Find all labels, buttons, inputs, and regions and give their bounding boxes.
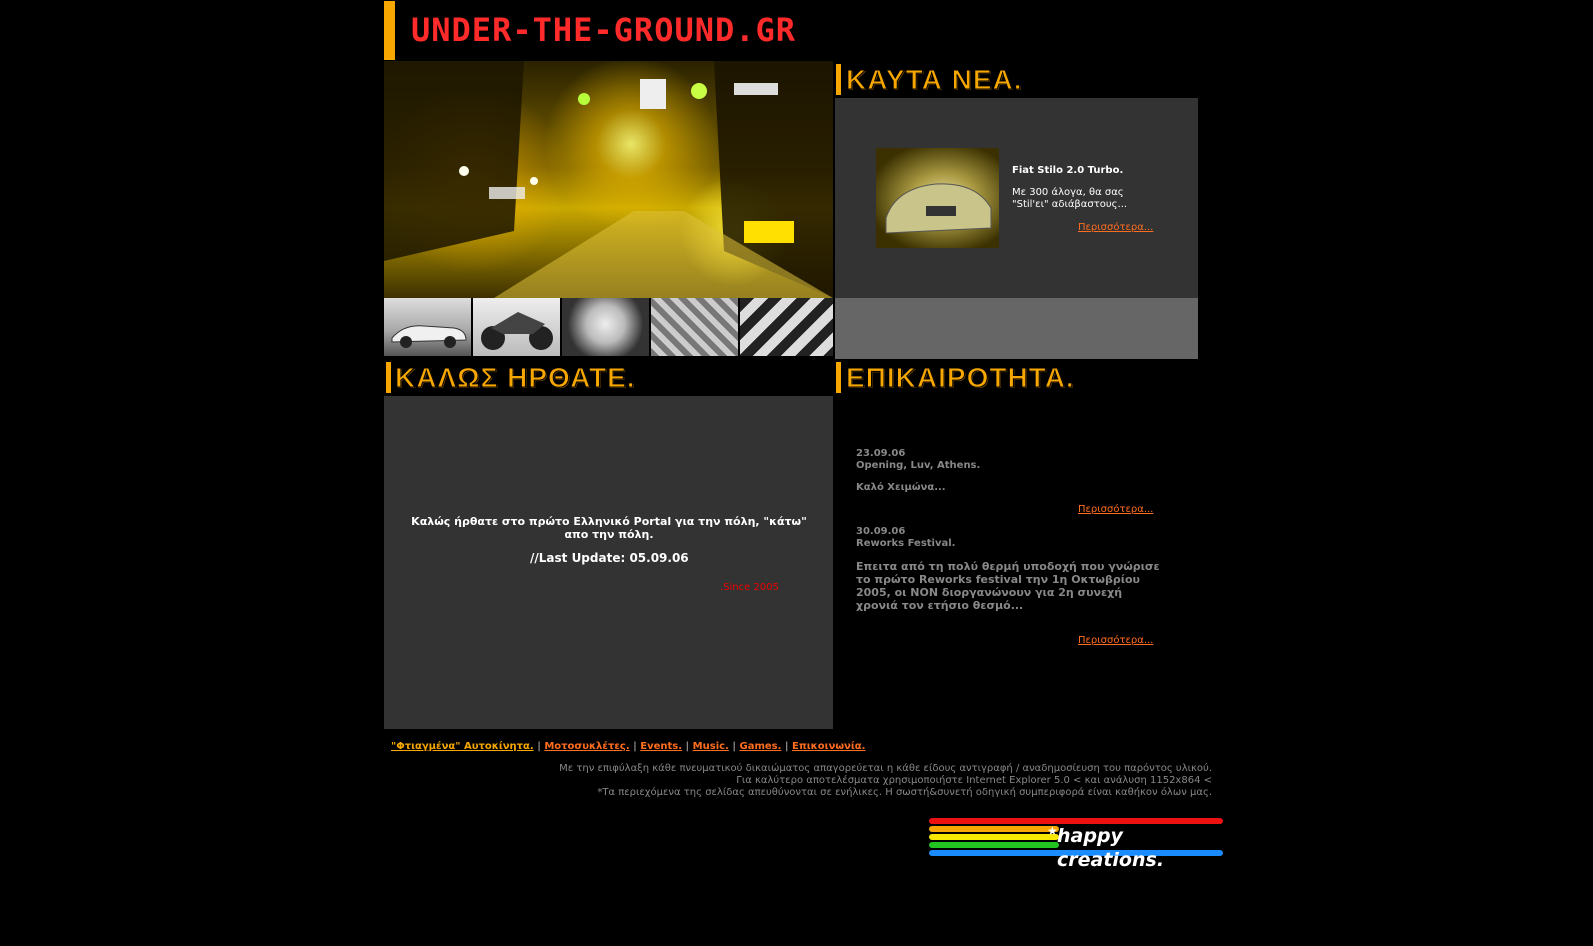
event-headline: Reworks Festival. xyxy=(856,538,956,549)
thumbnail-strip xyxy=(384,298,833,359)
logo-stripe-yellow xyxy=(929,834,1059,840)
fiat-stilo-photo[interactable] xyxy=(876,148,999,248)
hot-news-footer-panel xyxy=(835,298,1198,359)
event-date: 30.09.06 xyxy=(856,526,906,537)
event-date: 23.09.06 xyxy=(856,448,906,459)
event-more-link[interactable]: Περισσότερα... xyxy=(1078,635,1153,646)
nav-events-link[interactable]: Events. xyxy=(640,741,682,752)
legal-line-browser: Για καλύτερο αποτελέσματα χρησιμοποιήστε… xyxy=(736,775,1212,786)
logo-credit-text: happy creations. xyxy=(1057,825,1165,871)
since-text: .Since 2005 xyxy=(720,582,779,593)
hot-news-title: ΚΑΥΤΑ ΝΕΑ. xyxy=(846,64,1023,95)
legal-line-disclaimer: *Τα περιεχόμενα της σελίδας απευθύνονται… xyxy=(597,787,1212,798)
welcome-panel: Καλώς ήρθατε στο πρώτο Ελληνικό Portal γ… xyxy=(384,396,833,729)
welcome-accent-bar xyxy=(386,362,391,393)
welcome-message: Καλώς ήρθατε στο πρώτο Ελληνικό Portal γ… xyxy=(411,515,807,541)
child-face-thumbnail[interactable] xyxy=(562,298,649,356)
nav-separator: | xyxy=(685,741,690,752)
logo-stripe-orange xyxy=(929,826,1059,832)
legal-line-copyright: Με την επιφύλαξη κάθε πνευματικού δικαιώ… xyxy=(559,763,1212,774)
street-sign xyxy=(734,83,778,95)
classic-car-thumbnail[interactable] xyxy=(384,298,471,356)
event-headline: Opening, Luv, Athens. xyxy=(856,460,981,471)
nav-motorcycles-link[interactable]: Μοτοσυκλέτες. xyxy=(544,741,629,752)
news-item-text: Με 300 άλογα, θα σας "Stil'ει" αδιάβαστο… xyxy=(1012,187,1128,210)
last-update-text: //Last Update: 05.09.06 xyxy=(530,551,689,565)
legal-footer: Με την επιφύλαξη κάθε πνευματικού δικαιώ… xyxy=(420,763,1212,799)
nav-contact-link[interactable]: Επικοινωνία. xyxy=(792,741,865,752)
hot-news-panel: Fiat Stilo 2.0 Turbo. Με 300 άλογα, θα σ… xyxy=(835,98,1198,298)
puzzle-thumbnail[interactable] xyxy=(740,298,833,356)
disco-ball-thumbnail[interactable] xyxy=(651,298,738,356)
city-street-illustration xyxy=(384,61,833,298)
nav-separator: | xyxy=(732,741,736,752)
nav-games-link[interactable]: Games. xyxy=(739,741,781,752)
welcome-title: ΚΑΛΩΣ ΗΡΘΑΤΕ. xyxy=(395,362,636,393)
logo-stripe-green xyxy=(929,842,1059,848)
nav-separator: | xyxy=(537,741,541,752)
current-accent-bar xyxy=(836,362,841,393)
site-logo[interactable]: UNDER-THE-GROUND.GR xyxy=(411,14,796,46)
header-accent-bar xyxy=(384,1,395,60)
current-title: ΕΠΙΚΑΙΡΟΤΗΤΑ. xyxy=(846,362,1075,393)
event-text: Καλό Χειμώνα... xyxy=(856,482,946,493)
bottom-nav: "Φτιαγμένα" Αυτοκίνητα. | Μοτοσυκλέτες. … xyxy=(391,741,865,752)
hot-news-more-link[interactable]: Περισσότερα... xyxy=(1078,222,1153,233)
happy-creations-logo[interactable]: ★ happy creations. xyxy=(929,818,1223,871)
event-list: 23.09.06 Opening, Luv, Athens. Καλό Χειμ… xyxy=(835,396,1198,729)
news-item-title: Fiat Stilo 2.0 Turbo. xyxy=(1012,165,1124,176)
event-more-link[interactable]: Περισσότερα... xyxy=(1078,504,1153,515)
hero-city-image xyxy=(384,61,833,298)
nav-cars-link[interactable]: "Φτιαγμένα" Αυτοκίνητα. xyxy=(391,741,534,752)
motorcycle-thumbnail[interactable] xyxy=(473,298,560,356)
nav-music-link[interactable]: Music. xyxy=(693,741,729,752)
nav-separator: | xyxy=(633,741,637,752)
nav-separator: | xyxy=(784,741,789,752)
event-text: Επειτα από τη πολύ θερμή υποδοχή που γνώ… xyxy=(856,560,1160,612)
no-turns-sign xyxy=(640,79,666,109)
hot-news-accent-bar xyxy=(836,64,841,95)
